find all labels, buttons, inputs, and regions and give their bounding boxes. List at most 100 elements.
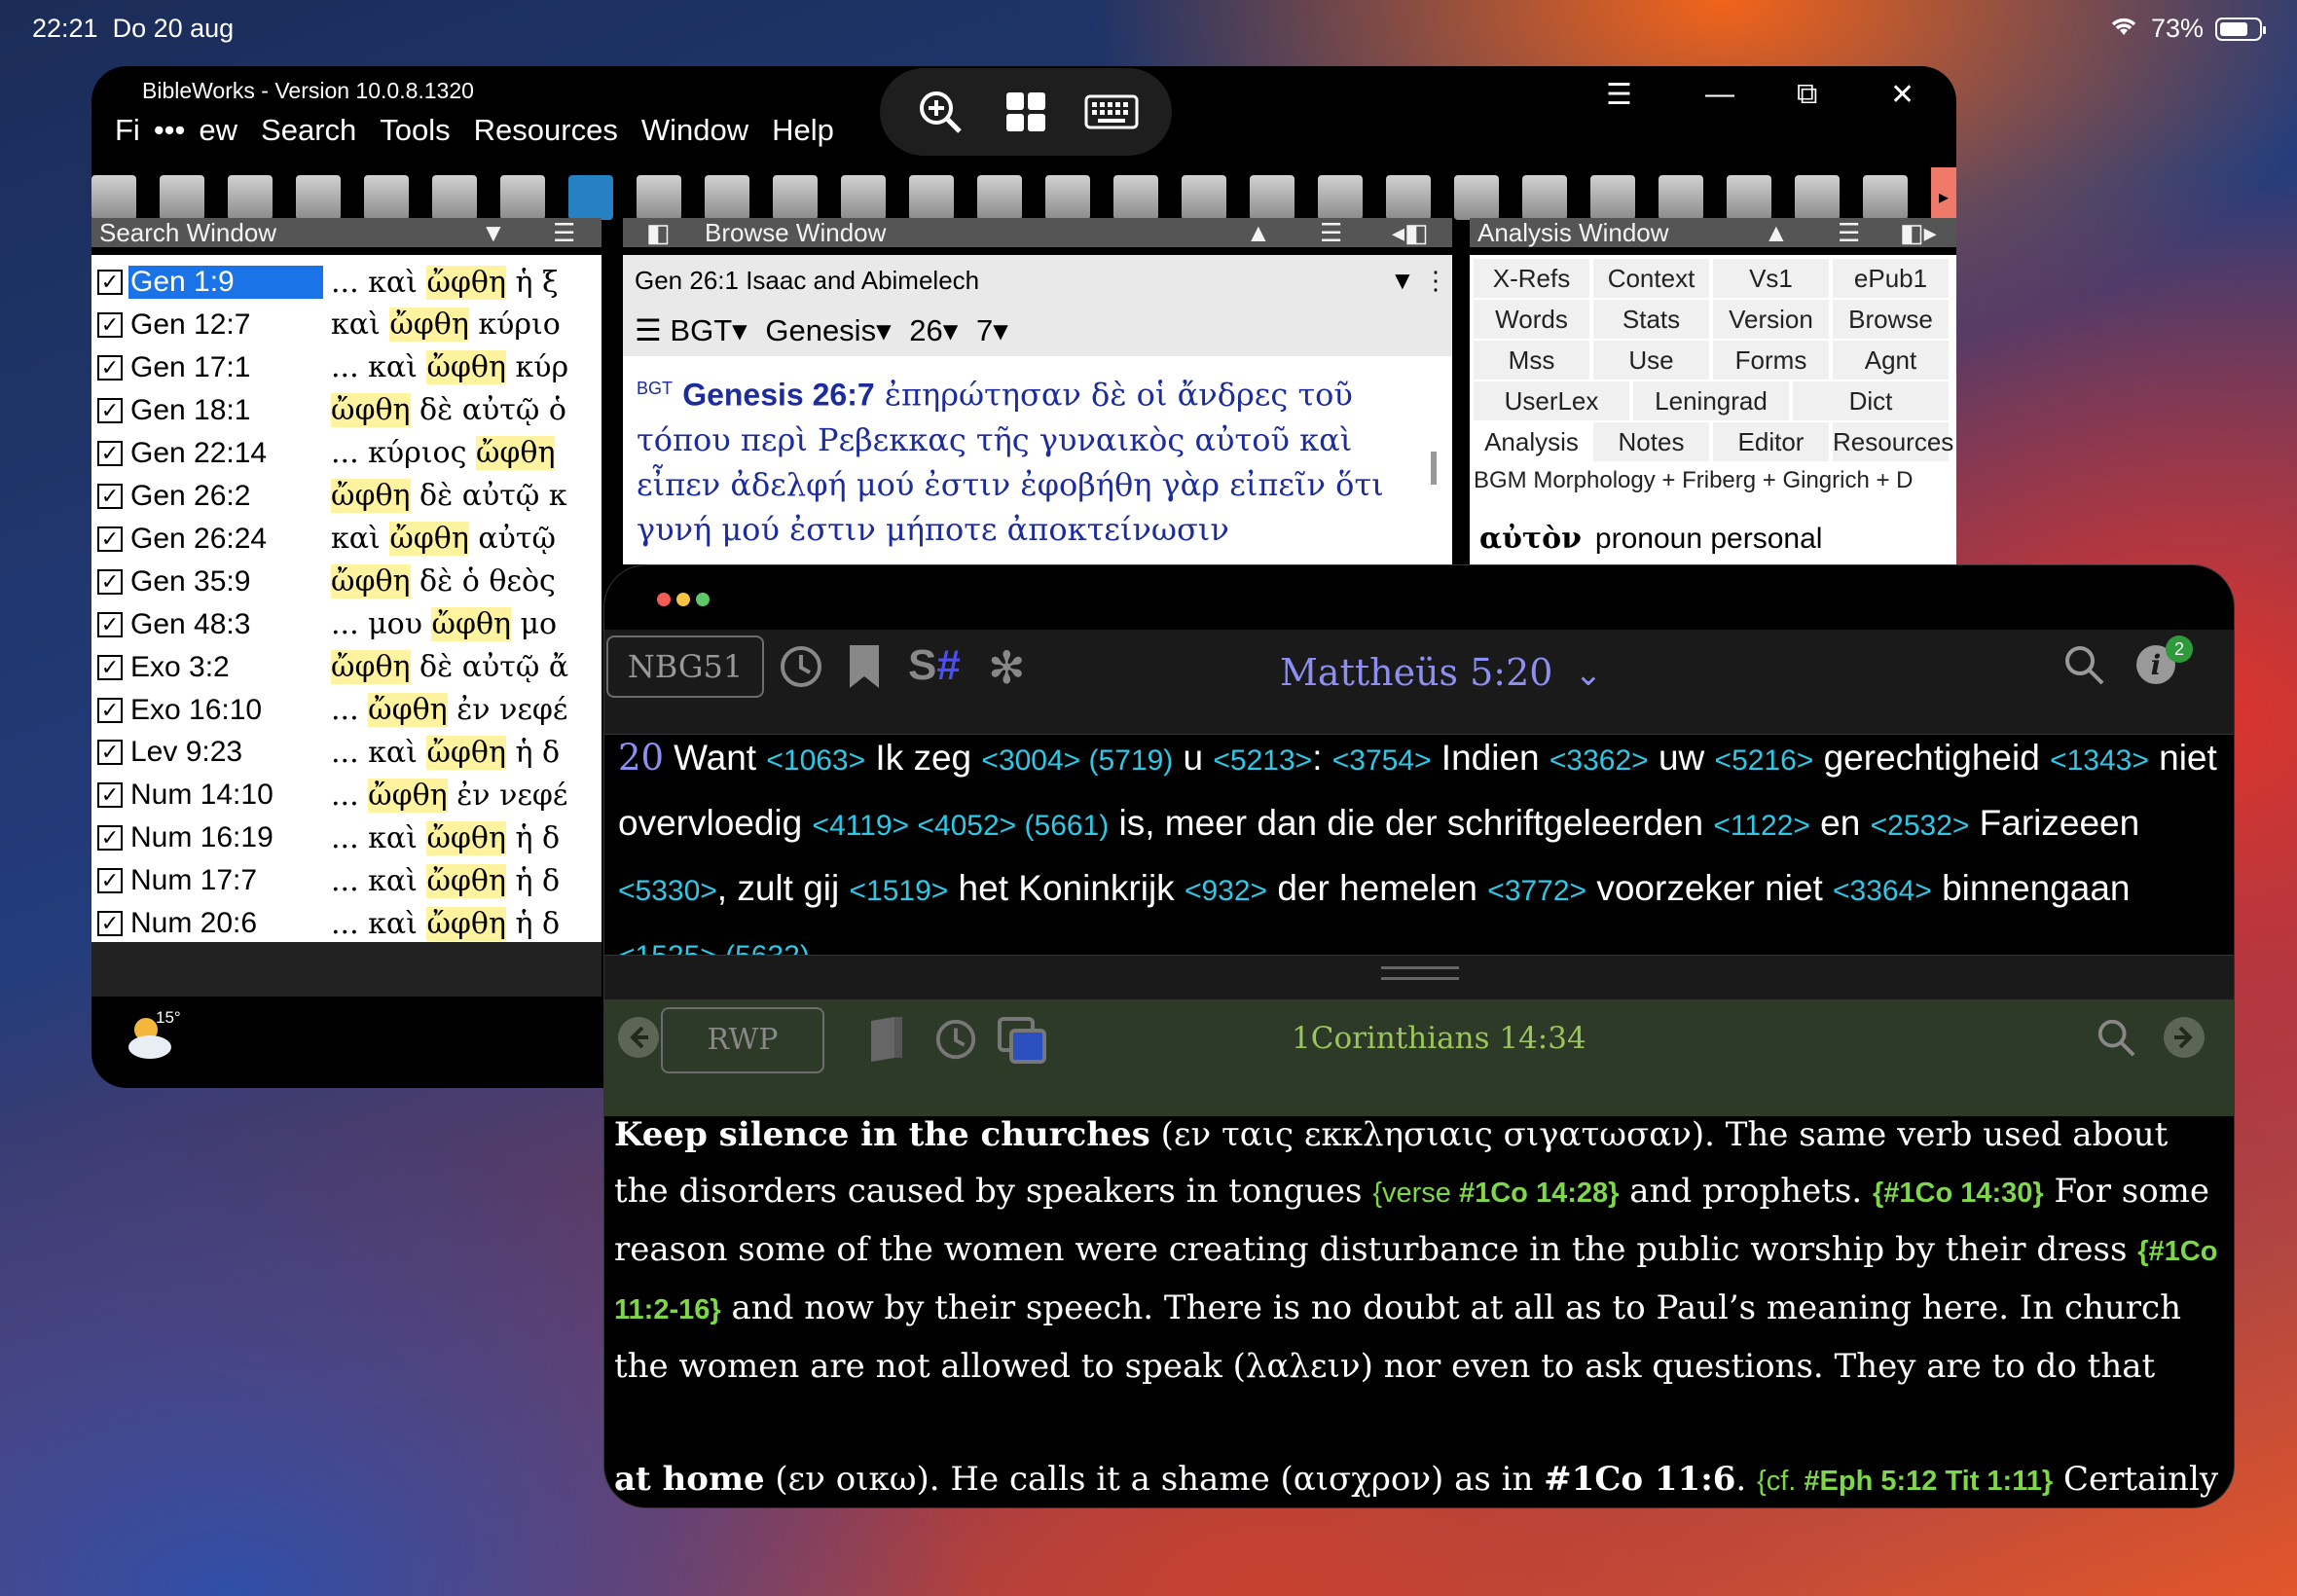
menu-view[interactable]: ew xyxy=(187,109,249,152)
analysis-tab-context[interactable]: Context xyxy=(1593,259,1709,298)
search-result-row[interactable]: ✓ Gen 48:3... μου ὤφθη μο xyxy=(91,603,602,646)
puzzle-icon[interactable] xyxy=(1590,175,1635,220)
result-checkbox[interactable]: ✓ xyxy=(97,397,123,423)
analysis-tab-words[interactable]: Words xyxy=(1474,300,1589,339)
forward-arrow-icon[interactable] xyxy=(2162,1015,2206,1065)
browse-window-header[interactable]: ◧ Browse Window ▲ ☰ ◂◧ xyxy=(623,218,1452,247)
copy-icon[interactable] xyxy=(432,175,477,220)
strongs-number[interactable]: <3362> xyxy=(1550,744,1649,777)
strongs-number[interactable]: <1122> xyxy=(1713,810,1810,842)
analysis-tab-dict[interactable]: Dict xyxy=(1793,381,1949,420)
browse-verse-ref[interactable]: Genesis 26:7 xyxy=(682,378,874,413)
back-icon[interactable] xyxy=(91,175,136,220)
list-icon[interactable] xyxy=(296,175,341,220)
result-ref[interactable]: Num 20:6 xyxy=(128,907,323,940)
history-icon[interactable] xyxy=(933,1017,978,1067)
search-result-row[interactable]: ✓ Num 16:19... καὶ ὤφθη ἡ δ xyxy=(91,816,602,859)
menu-resources[interactable]: Resources xyxy=(462,109,630,152)
strongs-number[interactable]: <4119> <4052> (5661) xyxy=(813,810,1110,842)
search-icon[interactable] xyxy=(500,175,545,220)
search-result-row[interactable]: ✓ Exo 16:10... ὤφθη ἐν νεφέ xyxy=(91,689,602,732)
analysis-tab-editor[interactable]: Editor xyxy=(1713,422,1829,461)
grid-settings-icon[interactable] xyxy=(160,175,204,220)
result-ref[interactable]: Gen 26:2 xyxy=(128,480,323,513)
edit-icon[interactable] xyxy=(1795,175,1840,220)
result-ref[interactable]: Lev 9:23 xyxy=(128,736,323,769)
version-selector[interactable]: BGT▾ xyxy=(670,313,747,347)
keyboard-icon[interactable] xyxy=(1084,85,1139,139)
result-checkbox[interactable]: ✓ xyxy=(97,311,123,338)
result-checkbox[interactable]: ✓ xyxy=(97,354,123,381)
search-result-row[interactable]: ✓ Num 17:7... καὶ ὤφθη ἡ δ xyxy=(91,859,602,902)
result-checkbox[interactable]: ✓ xyxy=(97,568,123,595)
scales-icon[interactable] xyxy=(637,175,681,220)
analysis-tab-use[interactable]: Use xyxy=(1593,341,1709,380)
clock-icon[interactable] xyxy=(1386,175,1431,220)
result-checkbox[interactable]: ✓ xyxy=(97,654,123,680)
ab-icon[interactable] xyxy=(568,175,613,220)
search-window-header[interactable]: Search Window ▼ ☰ xyxy=(91,218,602,247)
v-icon[interactable] xyxy=(1250,175,1294,220)
menu-tools[interactable]: Tools xyxy=(368,109,461,152)
vs-icon[interactable] xyxy=(1318,175,1363,220)
commentary-ref[interactable]: 1Corinthians 14:34 xyxy=(1292,1021,1586,1056)
result-checkbox[interactable]: ✓ xyxy=(97,526,123,552)
strongs-toggle[interactable]: S# xyxy=(908,641,961,690)
strongs-number[interactable]: <3004> (5719) xyxy=(981,744,1173,777)
analysis-tab-vs1[interactable]: Vs1 xyxy=(1713,259,1829,298)
result-checkbox[interactable]: ✓ xyxy=(97,740,123,766)
alpha-icon[interactable] xyxy=(841,175,886,220)
crossref-link[interactable]: {#1Co 14:30} xyxy=(1873,1178,2044,1209)
chapter-selector[interactable]: 26▾ xyxy=(909,313,958,347)
panel-swap-icon[interactable]: ◧▸ xyxy=(1900,218,1937,247)
search-icon[interactable] xyxy=(2062,643,2105,691)
zoom-in-icon[interactable] xyxy=(913,85,967,139)
analysis-tab-forms[interactable]: Forms xyxy=(1713,341,1829,380)
search-result-row[interactable]: ✓ Gen 12:7 καὶ ὤφθη κύριο xyxy=(91,304,602,346)
result-checkbox[interactable]: ✓ xyxy=(97,270,123,295)
history-icon[interactable] xyxy=(778,643,824,695)
list-icon[interactable]: ⋮ xyxy=(1423,255,1448,306)
search-result-row[interactable]: ✓ Gen 17:1... καὶ ὤφθη κύρ xyxy=(91,346,602,389)
restore-icon[interactable]: ⧉ xyxy=(1797,78,1817,111)
strongs-number[interactable]: <2532> xyxy=(1871,810,1970,842)
analysis-tab-agnt[interactable]: Agnt xyxy=(1833,341,1949,380)
panel-swap-icon[interactable]: ◂◧ xyxy=(1392,218,1429,247)
analysis-tab-resources[interactable]: Resources xyxy=(1833,422,1953,461)
gear-icon[interactable] xyxy=(228,175,273,220)
result-ref[interactable]: Gen 22:14 xyxy=(128,437,323,470)
search-result-row[interactable]: ✓ Gen 26:2 ὤφθη δὲ αὐτῷ κ xyxy=(91,475,602,518)
analysis-tab-epub1[interactable]: ePub1 xyxy=(1833,259,1949,298)
crossref-link[interactable]: {cf. #Eph 5:12 Tit 1:11} xyxy=(1757,1466,2053,1497)
result-ref[interactable]: Exo 3:2 xyxy=(128,651,323,684)
result-ref[interactable]: Gen 48:3 xyxy=(128,608,323,641)
analysis-window-header[interactable]: Analysis Window ▲ ☰ ◧▸ xyxy=(1470,218,1956,247)
bookmark-icon[interactable] xyxy=(848,643,881,695)
dropdown-icon[interactable]: ▼ xyxy=(481,218,506,247)
commentary-button[interactable]: RWP xyxy=(661,1007,824,1073)
result-checkbox[interactable]: ✓ xyxy=(97,483,123,509)
list-format-icon[interactable]: ☰ xyxy=(635,313,662,347)
result-ref[interactable]: Gen 26:24 xyxy=(128,523,323,556)
strongs-number[interactable]: <5330> xyxy=(618,875,717,907)
search-result-row[interactable]: ✓ Exo 3:2 ὤφθη δὲ αὐτῷ ἄ xyxy=(91,646,602,689)
browse-scrollbar[interactable] xyxy=(1431,452,1437,485)
lambda-icon[interactable] xyxy=(705,175,749,220)
collapse-up-icon[interactable]: ▲ xyxy=(1764,218,1789,247)
analysis-tab-version[interactable]: Version xyxy=(1713,300,1829,339)
menu-file[interactable]: Fi xyxy=(103,109,152,152)
chevron-down-icon[interactable]: ⌄ xyxy=(1575,655,1603,694)
keyboard-icon[interactable] xyxy=(364,175,409,220)
result-checkbox[interactable]: ✓ xyxy=(97,825,123,852)
document-icon[interactable] xyxy=(1113,175,1158,220)
menu-search[interactable]: Search xyxy=(249,109,368,152)
menu-help[interactable]: Help xyxy=(760,109,846,152)
book-icon[interactable] xyxy=(773,175,818,220)
result-checkbox[interactable]: ✓ xyxy=(97,440,123,466)
result-checkbox[interactable]: ✓ xyxy=(97,782,123,809)
minimize-icon[interactable]: — xyxy=(1705,78,1734,111)
browse-heading-bar[interactable]: Gen 26:1 Isaac and Abimelech ▼ ⋮ xyxy=(623,255,1452,306)
result-ref[interactable]: Gen 1:9 xyxy=(128,266,323,299)
weather-icon[interactable]: 15° xyxy=(121,1008,181,1067)
book-selector[interactable]: Genesis▾ xyxy=(765,313,891,347)
